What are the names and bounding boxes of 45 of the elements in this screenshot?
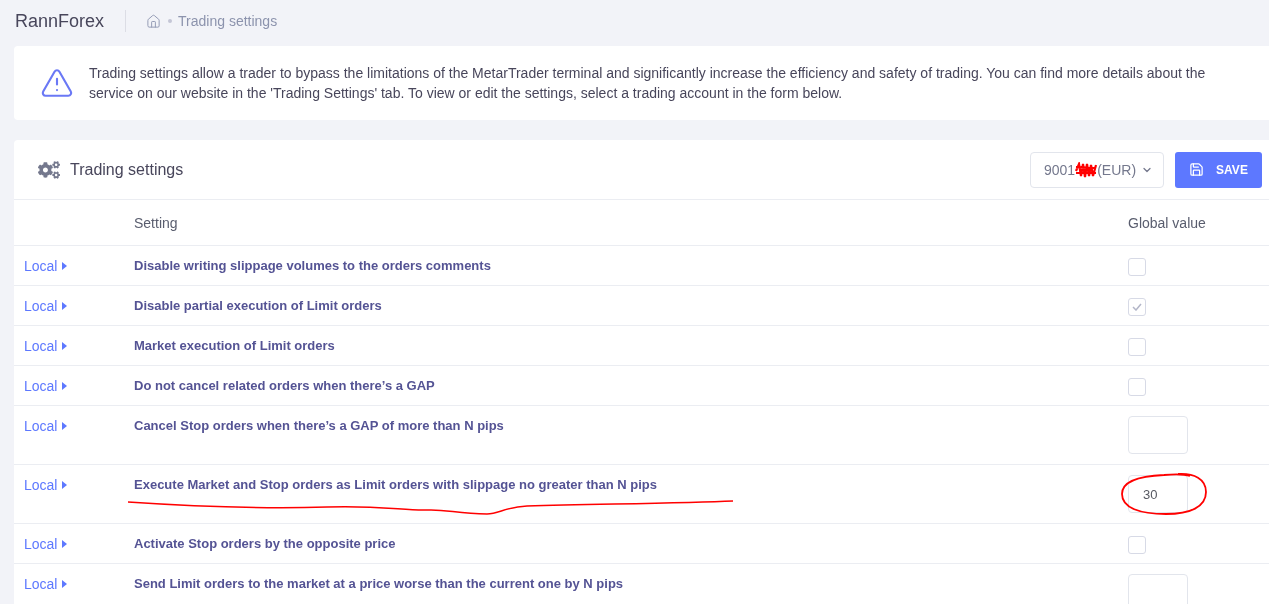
save-button[interactable]: SAVE (1175, 151, 1262, 188)
caret-right-icon (62, 422, 68, 430)
setting-label: Send Limit orders to the market at a price worse than the current one by N pips (134, 576, 624, 591)
home-icon[interactable] (146, 13, 162, 29)
column-header: Setting (134, 214, 179, 231)
caret-right-icon (62, 580, 68, 588)
caret-right-icon (62, 481, 68, 489)
account-select[interactable]: 9001 (EUR) (1030, 151, 1164, 188)
breadcrumb-item[interactable]: Trading settings (178, 13, 278, 29)
dot-icon (168, 19, 173, 23)
setting-label: Do not cancel related orders when there’s a GAP (134, 378, 435, 393)
caret-right-icon (62, 342, 68, 350)
caret-right-icon (62, 540, 68, 548)
scope-link[interactable]: Local (24, 534, 68, 554)
gears-icon (38, 160, 60, 179)
checkbox[interactable] (1128, 536, 1146, 554)
scope-link[interactable]: Local (24, 574, 68, 594)
number-input[interactable] (1128, 416, 1188, 454)
number-input[interactable] (1128, 574, 1188, 604)
column-header: Global value (1128, 214, 1207, 231)
checkbox[interactable] (1128, 378, 1146, 396)
warning-icon (40, 66, 74, 100)
brand-name: RannForex (14, 10, 105, 32)
scope-link[interactable]: Local (24, 296, 68, 316)
card-title: Trading settings (70, 160, 184, 179)
caret-right-icon (62, 382, 68, 390)
tick-icon (1132, 303, 1142, 311)
checkbox[interactable] (1128, 298, 1146, 316)
caret-right-icon (62, 302, 68, 310)
setting-label: Market execution of Limit orders (134, 338, 335, 353)
scope-link[interactable]: Local (24, 416, 68, 436)
checkbox[interactable] (1128, 258, 1146, 276)
setting-label: Activate Stop orders by the opposite price (134, 536, 396, 551)
setting-label: Disable writing slippage volumes to the orders comments (134, 258, 491, 273)
scope-link[interactable]: Local (24, 376, 68, 396)
setting-label: Disable partial execution of Limit orders (134, 298, 382, 313)
alert-text: Trading settings allow a trader to bypass the limitations of the MetarTrader terminal and significantly increase the efficiency and safety of trading. You can find more details about the service on our website in the 'Trading Settings' tab. To view or edit the settings, select a trading account in the form below. (89, 64, 1207, 103)
number-input[interactable]: 30 (1128, 475, 1188, 513)
scope-link[interactable]: Local (24, 475, 68, 495)
scope-link[interactable]: Local (24, 336, 68, 356)
checkbox[interactable] (1128, 338, 1146, 356)
setting-label: Execute Market and Stop orders as Limit orders with slippage no greater than N pips (134, 477, 657, 492)
setting-label: Cancel Stop orders when there’s a GAP of more than N pips (134, 418, 504, 433)
caret-right-icon (62, 262, 68, 270)
scope-link[interactable]: Local (24, 256, 68, 276)
